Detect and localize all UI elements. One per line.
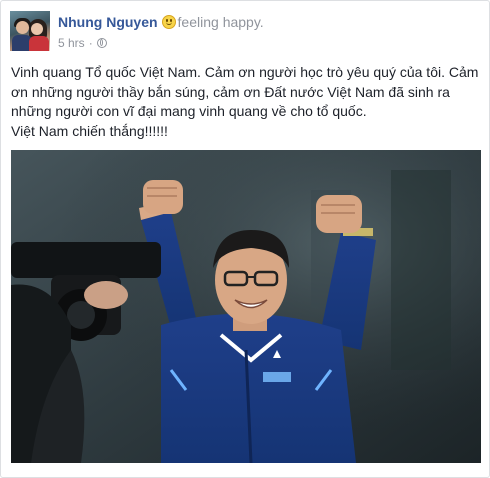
meta-separator: ·: [88, 36, 93, 50]
author-name-link[interactable]: Nhung Nguyen: [58, 14, 158, 30]
author-line: Nhung Nguyen feeling happy.: [58, 13, 264, 31]
avatar[interactable]: [10, 11, 50, 51]
feeling-text: feeling happy.: [177, 14, 264, 30]
post-card: Nhung Nguyen feeling happy. 5 hrs · Vinh q…: [0, 0, 490, 478]
globe-icon[interactable]: [96, 38, 107, 48]
post-paragraph: Việt Nam chiến thắng!!!!!!: [11, 122, 168, 139]
post-paragraph: Vinh quang Tổ quốc Việt Nam. Cảm ơn ngườ…: [11, 64, 479, 119]
photo-illustration: [11, 150, 481, 463]
post-photo[interactable]: [11, 150, 481, 463]
post-body: Vinh quang Tổ quốc Việt Nam. Cảm ơn ngườ…: [11, 63, 485, 141]
post-meta: 5 hrs ·: [58, 35, 107, 51]
post-header: Nhung Nguyen feeling happy. 5 hrs ·: [10, 11, 479, 55]
post-timestamp[interactable]: 5 hrs: [58, 36, 85, 50]
smiley-icon: [161, 15, 176, 29]
